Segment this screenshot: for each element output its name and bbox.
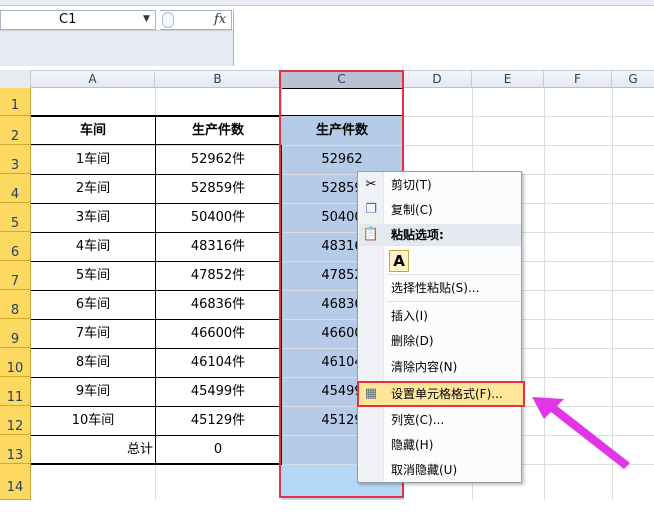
row-header[interactable]: 8 bbox=[0, 290, 31, 319]
table-cell-quantity[interactable]: 50400件 bbox=[155, 203, 281, 232]
row-header[interactable]: 13 bbox=[0, 435, 31, 464]
table-cell-quantity[interactable]: 46836件 bbox=[155, 290, 281, 319]
paste-options-label: 粘贴选项: bbox=[391, 228, 444, 242]
row-header[interactable]: 1 bbox=[0, 88, 31, 116]
column-header-e[interactable]: E bbox=[472, 70, 544, 88]
table-cell-quantity[interactable]: 48316件 bbox=[155, 232, 281, 261]
row-header[interactable]: 10 bbox=[0, 348, 31, 377]
formula-input[interactable] bbox=[233, 10, 654, 66]
table-cell-workshop[interactable]: 2车间 bbox=[31, 174, 155, 203]
row-header[interactable]: 4 bbox=[0, 174, 31, 203]
table-cell-workshop[interactable]: 5车间 bbox=[31, 261, 155, 290]
table-cell-quantity[interactable]: 52962件 bbox=[155, 145, 281, 174]
row-header[interactable]: 12 bbox=[0, 406, 31, 435]
menu-item-copy[interactable]: 复制(C) bbox=[391, 199, 433, 221]
row-header[interactable]: 2 bbox=[0, 116, 31, 145]
name-box[interactable]: C1 bbox=[0, 10, 156, 30]
formula-area-background bbox=[0, 30, 233, 66]
table-cell-quantity[interactable]: 47852件 bbox=[155, 261, 281, 290]
row-header[interactable]: 9 bbox=[0, 319, 31, 348]
menu-item-clear-contents[interactable]: 清除内容(N) bbox=[391, 356, 457, 378]
chevron-down-icon[interactable]: ▼ bbox=[143, 14, 153, 24]
column-header-a[interactable]: A bbox=[31, 70, 155, 88]
row-header[interactable]: 11 bbox=[0, 377, 31, 406]
paste-values-button[interactable]: A bbox=[389, 250, 409, 272]
format-cells-icon: ▦ bbox=[364, 386, 378, 401]
table-cell-workshop[interactable]: 10车间 bbox=[31, 406, 155, 435]
menu-item-paste-special[interactable]: 选择性粘贴(S)... bbox=[391, 277, 479, 299]
formula-bar-handle[interactable] bbox=[162, 12, 174, 28]
table-cell-workshop[interactable]: 9车间 bbox=[31, 377, 155, 406]
clipboard-icon: 📋 bbox=[362, 227, 380, 242]
column-header-g[interactable]: G bbox=[612, 70, 654, 88]
row-header[interactable]: 3 bbox=[0, 145, 31, 174]
row-header[interactable]: 7 bbox=[0, 261, 31, 290]
total-value[interactable]: 0 bbox=[155, 435, 281, 464]
table-cell-workshop[interactable]: 8车间 bbox=[31, 348, 155, 377]
select-all-corner[interactable] bbox=[0, 70, 31, 88]
column-header-d[interactable]: D bbox=[403, 70, 472, 88]
table-cell-workshop[interactable]: 3车间 bbox=[31, 203, 155, 232]
scissors-icon: ✂ bbox=[365, 177, 377, 192]
menu-item-unhide[interactable]: 取消隐藏(U) bbox=[391, 459, 457, 481]
table-cell-quantity[interactable]: 45129件 bbox=[155, 406, 281, 435]
annotation-arrow bbox=[532, 397, 630, 469]
function-icon[interactable]: fx bbox=[214, 10, 230, 30]
menu-item-cut[interactable]: 剪切(T) bbox=[391, 174, 432, 196]
row-header[interactable]: 5 bbox=[0, 203, 31, 232]
table-cell-workshop[interactable]: 6车间 bbox=[31, 290, 155, 319]
total-label[interactable]: 总计 bbox=[31, 435, 153, 464]
table-cell-workshop[interactable]: 1车间 bbox=[31, 145, 155, 174]
table-header-quantity[interactable]: 生产件数 bbox=[155, 116, 281, 145]
column-header-b[interactable]: B bbox=[155, 70, 281, 88]
table-cell-quantity[interactable]: 45499件 bbox=[155, 377, 281, 406]
menu-item-delete[interactable]: 删除(D) bbox=[391, 330, 434, 352]
table-cell-quantity[interactable]: 46600件 bbox=[155, 319, 281, 348]
menu-item-format-cells[interactable]: 设置单元格格式(F)... bbox=[391, 383, 503, 405]
column-header-f[interactable]: F bbox=[544, 70, 612, 88]
menu-item-hide[interactable]: 隐藏(H) bbox=[391, 434, 433, 456]
table-cell-quantity[interactable]: 52859件 bbox=[155, 174, 281, 203]
table-cell-workshop[interactable]: 4车间 bbox=[31, 232, 155, 261]
copy-icon: ❐ bbox=[365, 202, 377, 217]
table-cell-workshop[interactable]: 7车间 bbox=[31, 319, 155, 348]
table-header-workshop[interactable]: 车间 bbox=[31, 116, 155, 145]
menu-item-insert[interactable]: 插入(I) bbox=[391, 305, 428, 327]
menu-item-column-width[interactable]: 列宽(C)... bbox=[391, 409, 444, 431]
table-cell-quantity[interactable]: 46104件 bbox=[155, 348, 281, 377]
row-header[interactable]: 14 bbox=[0, 464, 31, 500]
row-header[interactable]: 6 bbox=[0, 232, 31, 261]
